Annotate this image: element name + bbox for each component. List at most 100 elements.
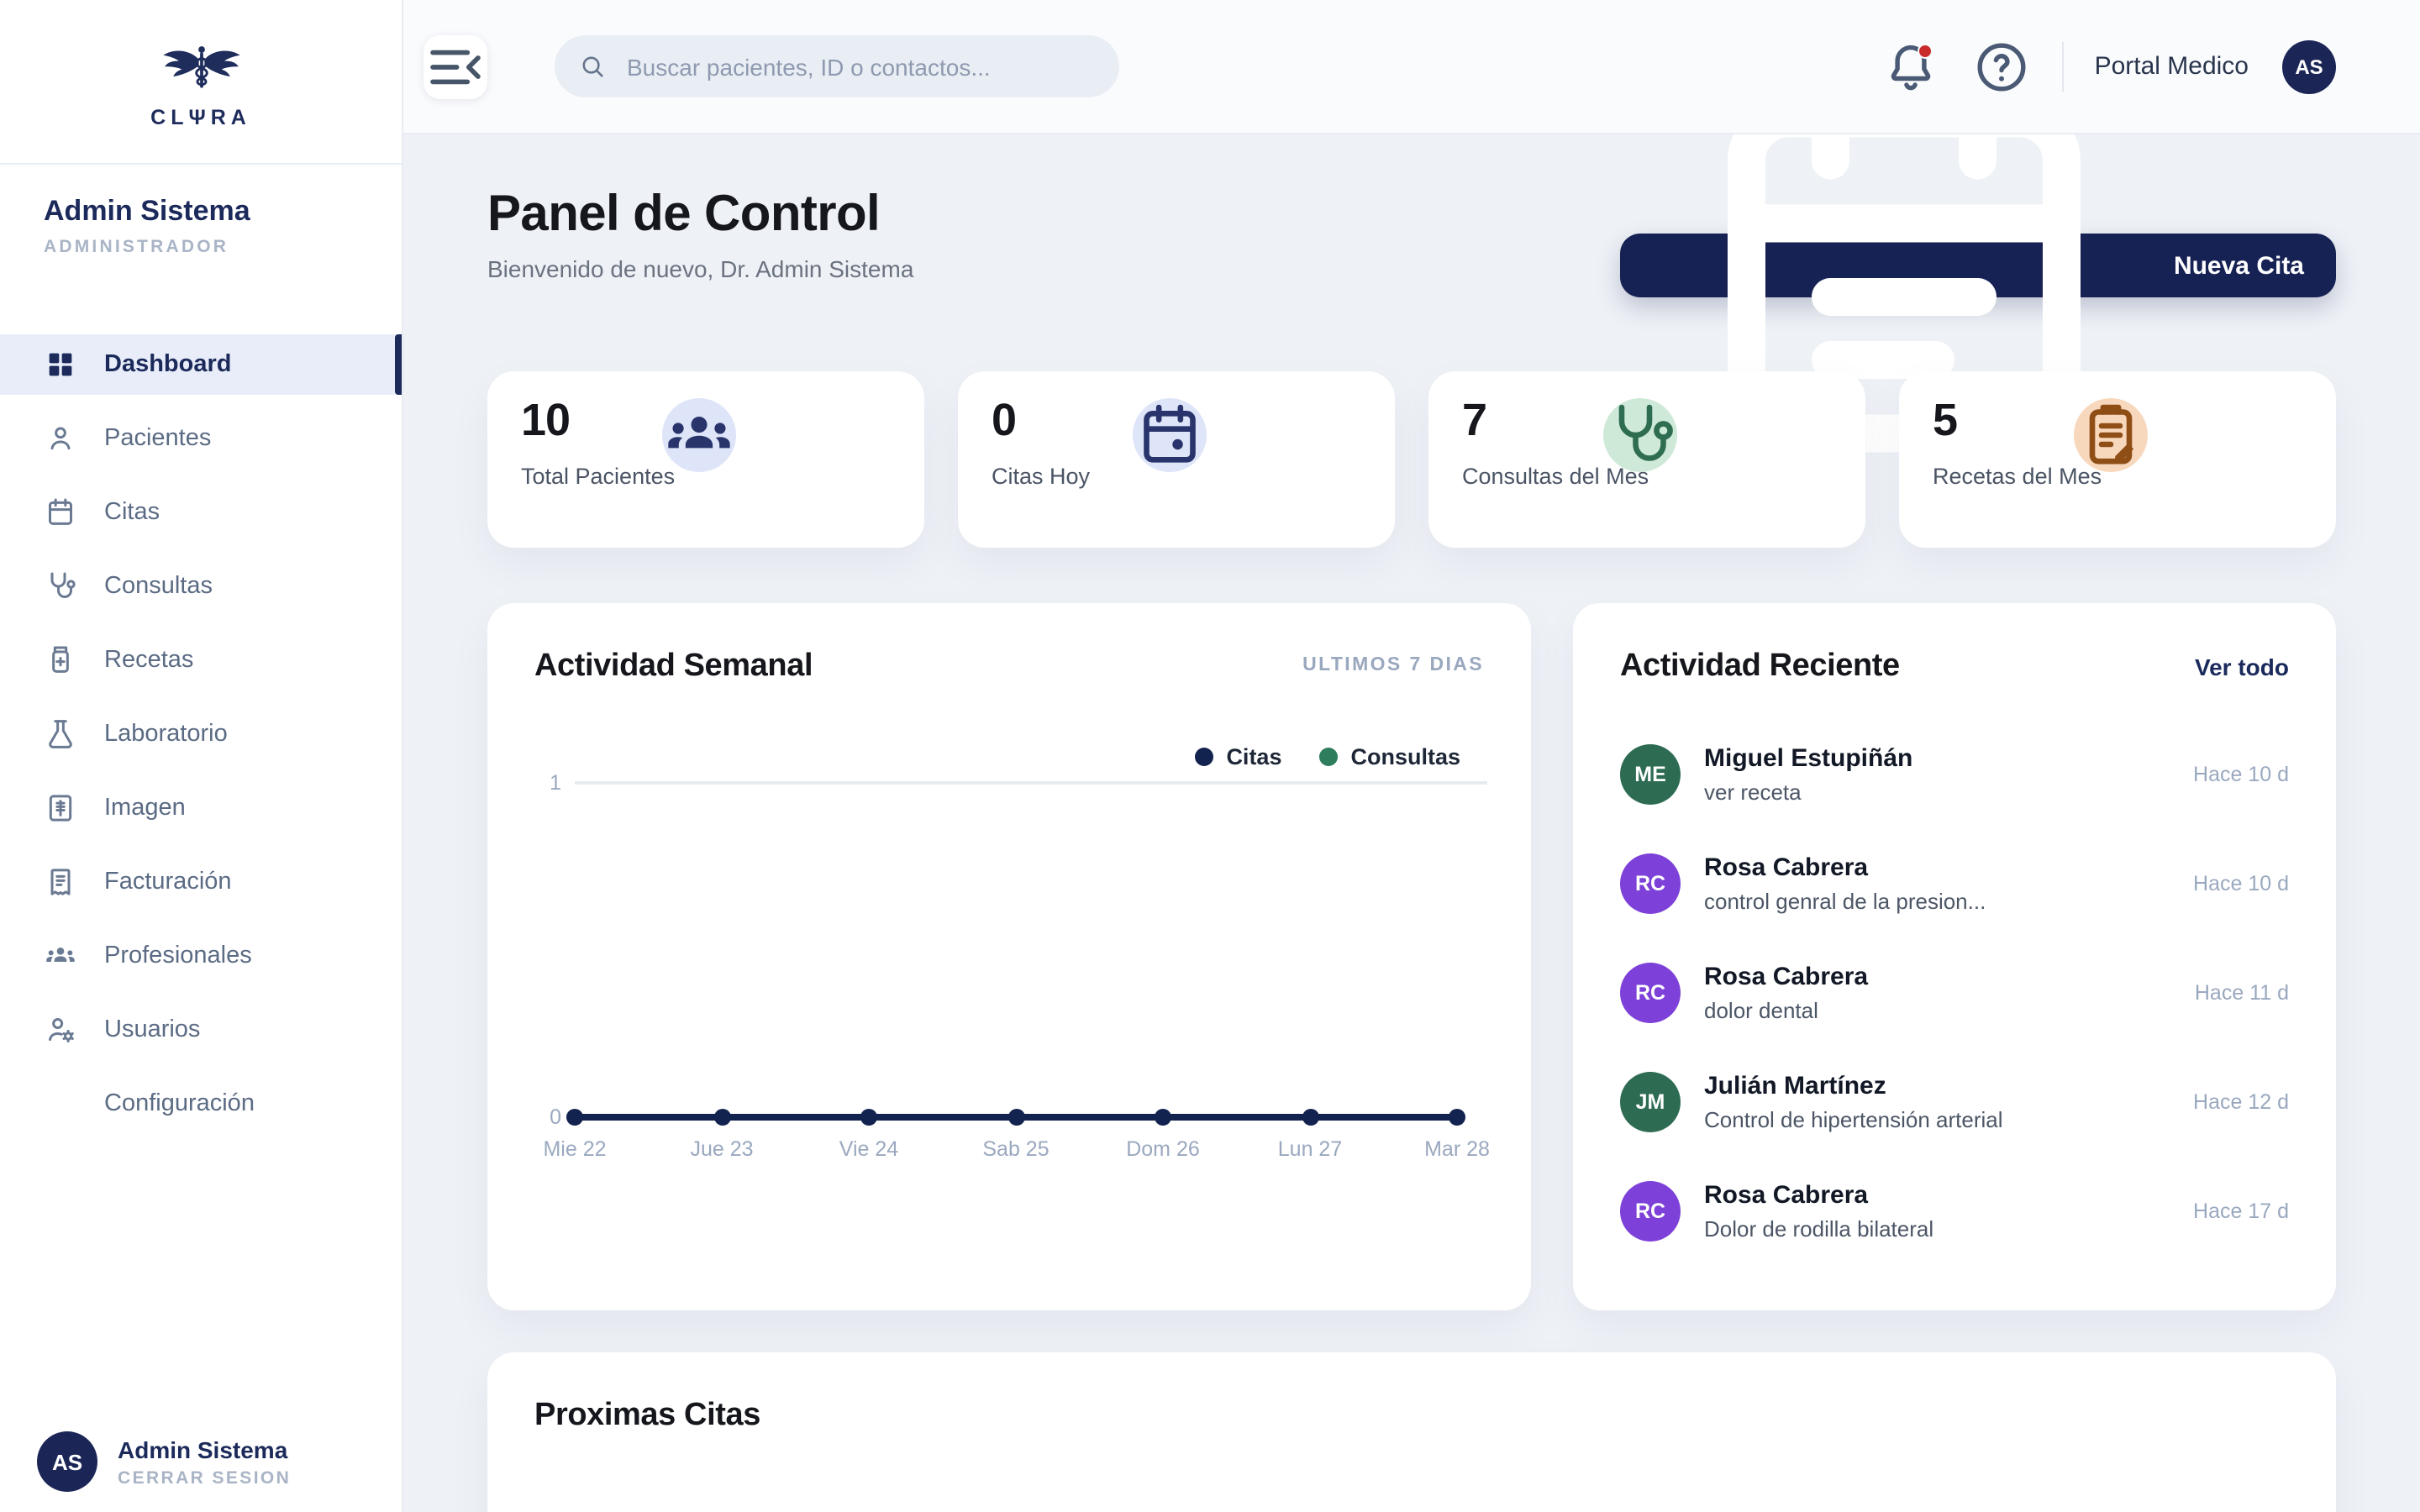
series-line [575, 1105, 1457, 1129]
dashboard-icon [44, 348, 77, 381]
arrow-right-icon [1785, 1403, 2289, 1512]
sidebar-item-label: Configuración [104, 1090, 255, 1117]
notifications-button[interactable] [1881, 36, 1942, 97]
user-gear-icon [44, 1013, 77, 1047]
sidebar-item-label: Usuarios [104, 1016, 200, 1043]
sidebar-toggle-button[interactable] [424, 34, 487, 98]
avatar: AS [37, 1431, 97, 1492]
portal-label: Portal Medico [2095, 52, 2249, 81]
stethoscope-icon [1603, 398, 1677, 472]
data-point [713, 1109, 730, 1126]
activity-time: Hace 10 d [2193, 872, 2289, 895]
x-tick-label: Jue 23 [690, 1137, 753, 1161]
avatar: RC [1620, 853, 1681, 914]
sidebar-item-laboratorio[interactable]: Laboratorio [0, 704, 402, 764]
legend-item-consultas: Consultas [1318, 744, 1460, 769]
caduceus-icon [155, 40, 246, 104]
avatar: ME [1620, 744, 1681, 805]
sidebar-item-label: Citas [104, 499, 160, 526]
menu-open-icon [424, 34, 487, 98]
upcoming-title: Proximas Citas [534, 1398, 760, 1435]
main-column: Portal Medico AS Panel de Control Bienve… [403, 0, 2420, 1512]
stats-row: 10Total Pacientes0Citas Hoy7Consultas de… [487, 371, 2336, 548]
sidebar-item-pacientes[interactable]: Pacientes [0, 408, 402, 469]
clinic-logo: CLΨRA [0, 0, 402, 129]
x-tick-label: Dom 26 [1126, 1137, 1200, 1161]
avatar: RC [1620, 963, 1681, 1023]
sidebar-item-configuracion[interactable]: Configuración [0, 1074, 402, 1134]
sidebar-nav: Dashboard Pacientes Citas Consultas Recetas L… [0, 334, 402, 1134]
page-subtitle: Bienvenido de nuevo, Dr. Admin Sistema [487, 255, 913, 282]
sidebar-item-label: Profesionales [104, 942, 252, 969]
gridline [575, 781, 1487, 784]
chart-range-badge: ULTIMOS 7 DIAS [1302, 655, 1484, 675]
search-box[interactable] [555, 35, 1119, 97]
receipt-icon [44, 865, 77, 899]
logout-button[interactable]: AS Admin Sistema CERRAR SESION [37, 1431, 291, 1492]
activity-time: Hace 12 d [2193, 1090, 2289, 1114]
sidebar-item-facturacion[interactable]: Facturación [0, 852, 402, 912]
sidebar-item-consultas[interactable]: Consultas [0, 556, 402, 617]
activity-row[interactable]: RCRosa Cabreradolor dentalHace 11 d [1620, 953, 2289, 1033]
avatar: JM [1620, 1072, 1681, 1132]
logo-wordmark: CLΨRA [0, 106, 402, 129]
sidebar-item-usuarios[interactable]: Usuarios [0, 1000, 402, 1060]
new-appointment-button[interactable]: Nueva Cita [1621, 234, 2336, 297]
sidebar-item-imagen[interactable]: Imagen [0, 778, 402, 838]
footer-user-name: Admin Sistema [118, 1436, 291, 1462]
activity-row[interactable]: MEMiguel Estupiñánver recetaHace 10 d [1620, 734, 2289, 815]
stat-card-consultas-del-mes: 7Consultas del Mes [1428, 371, 1865, 548]
sidebar-item-label: Laboratorio [104, 721, 228, 748]
sidebar-item-citas[interactable]: Citas [0, 482, 402, 543]
sidebar-user-name: Admin Sistema [44, 195, 358, 228]
sidebar-user-role: ADMINISTRADOR [44, 237, 358, 257]
x-tick-label: Sab 25 [982, 1137, 1049, 1161]
sidebar-item-profesionales[interactable]: Profesionales [0, 926, 402, 986]
activity-time: Hace 17 d [2193, 1200, 2289, 1223]
chart-legend: CitasConsultas [1194, 744, 1460, 769]
page-header: Panel de Control Bienvenido de nuevo, Dr… [487, 185, 2336, 297]
help-button[interactable] [1972, 36, 2033, 97]
patient-icon [44, 422, 77, 455]
search-input[interactable] [623, 51, 1096, 81]
sidebar-item-label: Pacientes [104, 425, 211, 452]
x-tick-label: Vie 24 [839, 1137, 898, 1161]
topbar-divider [2063, 41, 2065, 92]
data-point [1302, 1109, 1318, 1126]
activity-time: Hace 10 d [2193, 763, 2289, 786]
view-all-activity-link[interactable]: Ver todo [2195, 654, 2289, 680]
y-tick-max: 1 [531, 771, 561, 795]
groups-icon [662, 398, 736, 472]
calendar-dot-icon [1133, 398, 1207, 472]
recent-activity-card: Actividad Reciente Ver todo MEMiguel Est… [1573, 603, 2336, 1310]
chart-title: Actividad Semanal [534, 648, 813, 685]
sidebar-item-label: Recetas [104, 647, 193, 674]
x-axis-labels: Mie 22Jue 23Vie 24Sab 25Dom 26Lun 27Mar … [575, 1137, 1457, 1164]
data-point [1007, 1109, 1024, 1126]
user-avatar[interactable]: AS [2282, 39, 2336, 93]
weekly-activity-card: Actividad Semanal ULTIMOS 7 DIAS CitasCo… [487, 603, 1531, 1310]
content: Panel de Control Bienvenido de nuevo, Dr… [403, 134, 2420, 1512]
sidebar-item-recetas[interactable]: Recetas [0, 630, 402, 690]
flask-icon [44, 717, 77, 751]
view-all-appointments-link[interactable]: Ver todas [1665, 1403, 2289, 1512]
stat-card-total-pacientes: 10Total Pacientes [487, 371, 924, 548]
radiology-icon [44, 791, 77, 825]
sidebar-item-label: Imagen [104, 795, 186, 822]
sidebar-item-label: Dashboard [104, 351, 232, 378]
activity-row[interactable]: RCRosa Cabreracontrol genral de la presi… [1620, 843, 2289, 924]
x-tick-label: Mie 22 [543, 1137, 606, 1161]
activity-row[interactable]: RCRosa CabreraDolor de rodilla bilateral… [1620, 1171, 2289, 1252]
activity-row[interactable]: JMJulián MartínezControl de hipertensión… [1620, 1062, 2289, 1142]
upcoming-appointments-card: Proximas Citas Ver todas [487, 1352, 2336, 1512]
sidebar-item-dashboard[interactable]: Dashboard [0, 334, 402, 395]
clipboard-edit-icon [2074, 398, 2148, 472]
sidebar-item-label: Facturación [104, 869, 232, 895]
search-icon [578, 52, 607, 81]
avatar: RC [1620, 1181, 1681, 1242]
sidebar-user-block: Admin Sistema ADMINISTRADOR [0, 165, 402, 257]
sidebar-item-label: Consultas [104, 573, 213, 600]
sidebar: CLΨRA Admin Sistema ADMINISTRADOR Dashbo… [0, 0, 403, 1512]
calendar-icon [44, 496, 77, 529]
x-tick-label: Mar 28 [1424, 1137, 1490, 1161]
